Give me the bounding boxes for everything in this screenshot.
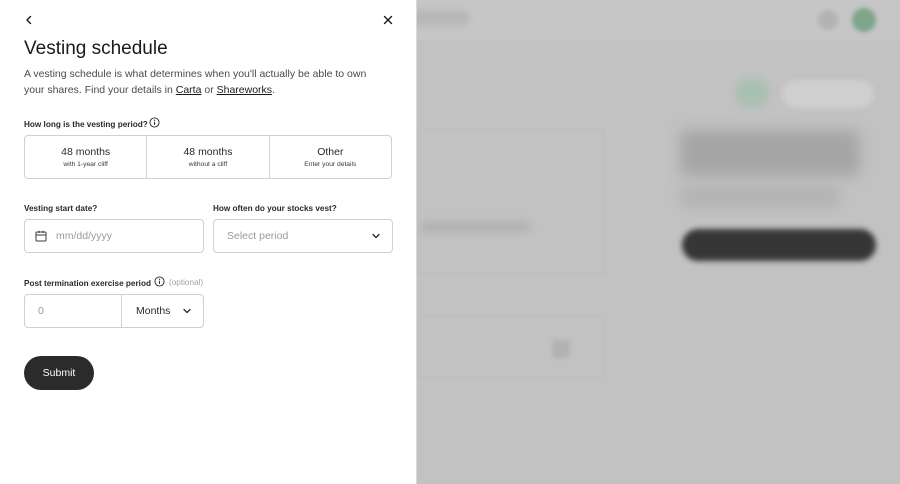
optional-tag: (optional) [169, 278, 204, 287]
submit-button[interactable]: Submit [24, 356, 94, 390]
background-card [416, 130, 604, 274]
calendar-icon [35, 230, 47, 242]
chevron-left-icon [26, 15, 32, 25]
panel-description: A vesting schedule is what determines wh… [24, 66, 384, 98]
background-lower-card [416, 316, 604, 378]
post-termination-unit-select[interactable]: Months [122, 295, 203, 327]
info-icon[interactable] [149, 117, 160, 128]
background-card-line [420, 222, 530, 232]
frequency-label: How often do your stocks vest? [213, 204, 337, 213]
background-pill [782, 80, 874, 108]
background-brand [410, 10, 470, 26]
option-title: 48 months [61, 146, 111, 158]
option-title: 48 months [183, 146, 233, 158]
chevron-down-icon [183, 308, 191, 314]
vesting-schedule-panel: Vesting schedule A vesting schedule is w… [0, 0, 417, 484]
vesting-period-label: How long is the vesting period? [24, 120, 148, 129]
close-icon [383, 15, 393, 25]
background-illustration [735, 78, 769, 108]
option-subtitle: without a cliff [188, 161, 228, 168]
frequency-placeholder: Select period [227, 230, 289, 242]
post-termination-input-group: 0 Months [24, 294, 204, 328]
close-button[interactable] [378, 10, 398, 30]
background-small-icon [552, 340, 570, 358]
start-date-placeholder: mm/dd/yyyy [56, 230, 113, 242]
option-title: Other [317, 146, 344, 158]
option-other[interactable]: Other Enter your details [268, 136, 391, 178]
unit-value: Months [136, 305, 171, 317]
post-termination-value-input[interactable]: 0 [25, 295, 122, 327]
vest-frequency-select[interactable]: Select period [213, 219, 393, 253]
background-heading [680, 130, 860, 176]
description-end: . [272, 84, 275, 96]
background-text [680, 186, 840, 208]
option-subtitle: Enter your details [304, 161, 357, 168]
background-button [682, 229, 876, 261]
panel-title: Vesting schedule [24, 38, 168, 59]
chevron-down-icon [372, 233, 380, 239]
shareworks-link[interactable]: Shareworks [217, 84, 272, 96]
start-date-label: Vesting start date? [24, 204, 98, 213]
background-avatar [852, 8, 876, 32]
background-icon [818, 10, 838, 30]
info-icon[interactable] [154, 276, 165, 287]
back-button[interactable] [19, 10, 39, 30]
value-placeholder: 0 [38, 305, 44, 317]
post-termination-label: Post termination exercise period [24, 279, 151, 288]
option-subtitle: with 1-year cliff [63, 161, 108, 168]
carta-link[interactable]: Carta [176, 84, 202, 96]
option-48-months-cliff[interactable]: 48 months with 1-year cliff [25, 136, 146, 178]
description-or: or [201, 84, 217, 96]
option-48-months-no-cliff[interactable]: 48 months without a cliff [146, 136, 268, 178]
start-date-input[interactable]: mm/dd/yyyy [24, 219, 204, 253]
vesting-period-options: 48 months with 1-year cliff 48 months wi… [24, 135, 392, 179]
